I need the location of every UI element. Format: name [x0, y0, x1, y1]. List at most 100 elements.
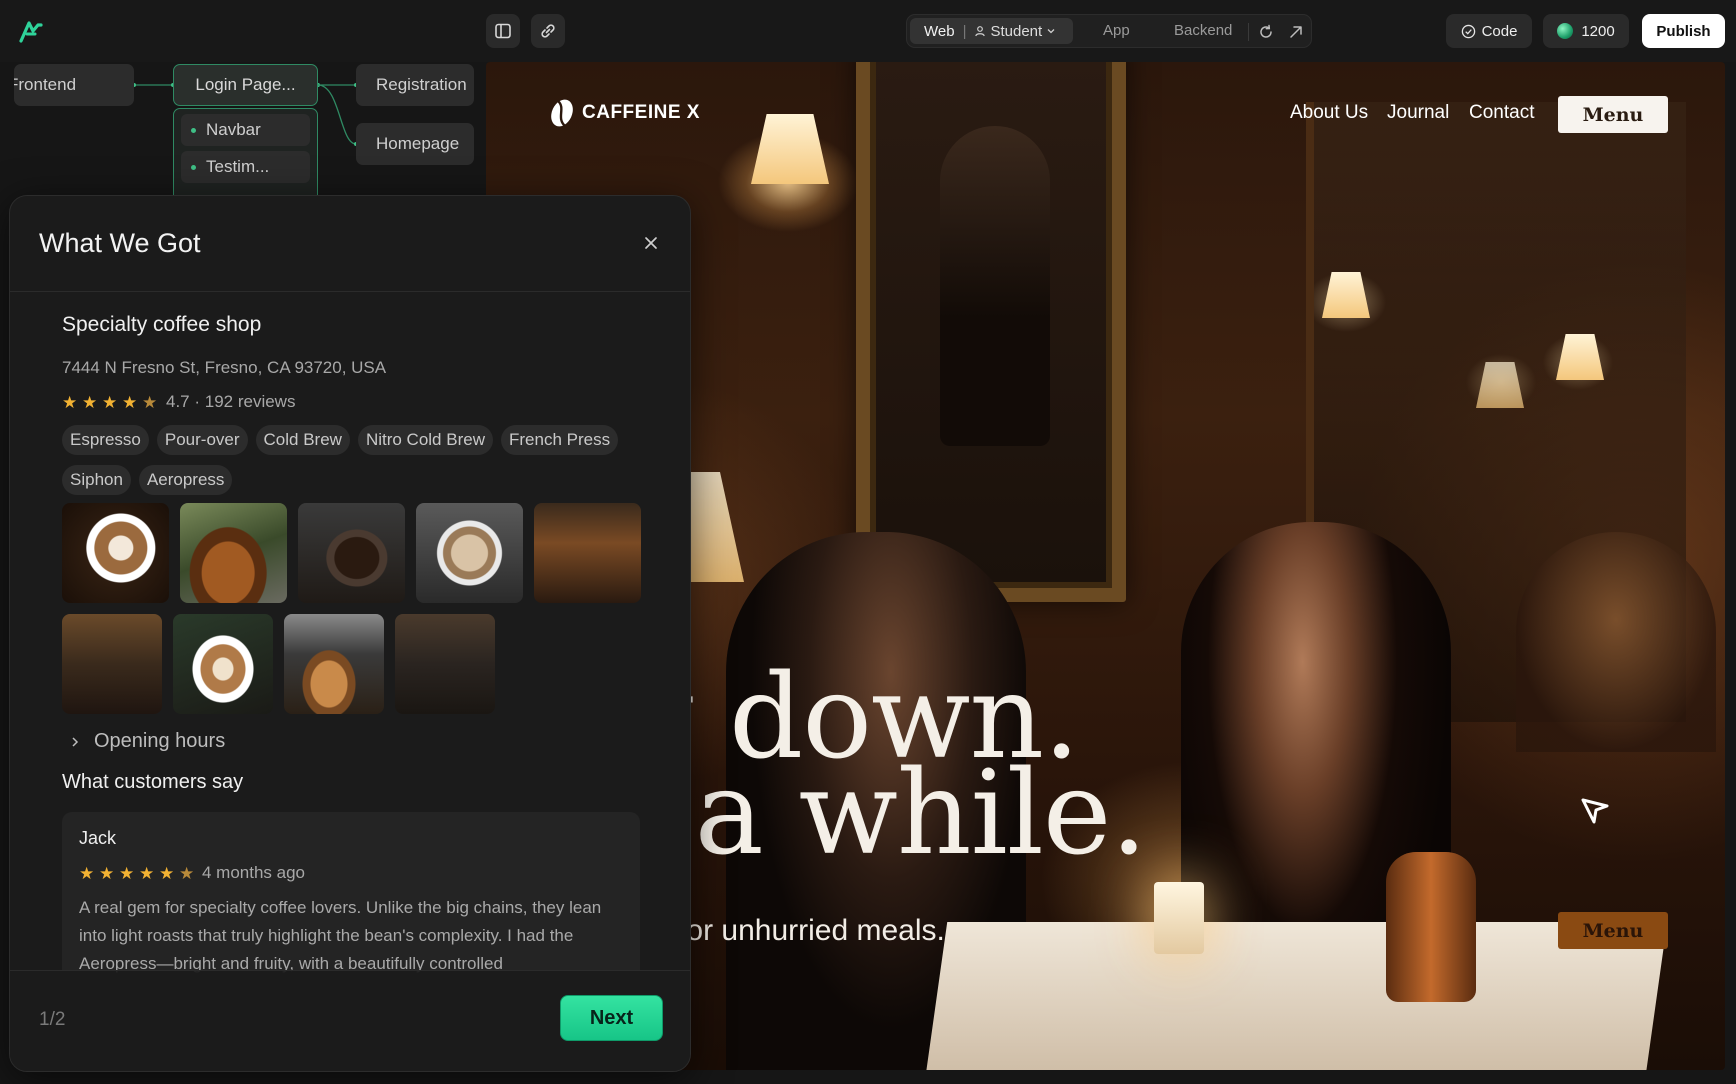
panel-footer: 1/2 Next: [10, 970, 690, 1071]
tab-backend[interactable]: Backend: [1174, 22, 1232, 39]
coffee-bean-icon: [551, 99, 573, 127]
check-circle-icon: [1461, 24, 1475, 38]
site-menu-button[interactable]: Menu: [1558, 96, 1668, 133]
star-icon: ★: [139, 863, 155, 883]
site-brand-name: CAFFEINE X: [582, 102, 700, 123]
star-icon: ★: [119, 863, 135, 883]
what-we-got-panel: What We Got Specialty coffee shop 7444 N…: [9, 195, 691, 1072]
customers-heading: What customers say: [62, 771, 244, 793]
link-tool-button[interactable]: [531, 14, 565, 48]
node-homepage[interactable]: Homepage: [356, 123, 474, 165]
nav-contact[interactable]: Contact: [1469, 102, 1534, 124]
star-icon: ★: [122, 392, 138, 412]
top-bar: Web | Student App Backend Code 1200 Publ…: [0, 0, 1736, 62]
candle: [1154, 882, 1204, 954]
star-icon: ★: [179, 863, 195, 883]
view-switcher: Web | Student App Backend: [906, 14, 1312, 48]
star-half-icon: ★: [142, 392, 158, 412]
node-login-page[interactable]: Login Page...: [173, 64, 318, 106]
gallery-photo-hands-coffee[interactable]: [416, 503, 523, 603]
hero-menu-button[interactable]: Menu: [1558, 912, 1668, 949]
review-meta: ★ ★ ★ ★ ★ ★ 4 months ago: [79, 863, 305, 883]
star-icon: ★: [102, 392, 118, 412]
tag-chip: Pour-over: [156, 425, 248, 455]
tag-chip: Cold Brew: [255, 425, 350, 455]
next-button[interactable]: Next: [560, 995, 663, 1041]
reviewer-name: Jack: [79, 828, 117, 848]
node-child-testimonials[interactable]: Testim...: [181, 151, 310, 183]
tag-chip: Siphon: [62, 465, 131, 495]
node-registration-label: Registration: [376, 75, 467, 94]
tag-chip: Espresso: [62, 425, 149, 455]
copper-coffee-pot: [1386, 852, 1476, 1002]
shop-rating: ★ ★ ★ ★ ★ 4.7 · 192 reviews: [62, 392, 295, 412]
dining-table: [924, 922, 1668, 1070]
node-group-login-children: Navbar Testim...: [173, 108, 318, 202]
node-child-label: Navbar: [206, 120, 261, 139]
link-icon: [541, 24, 555, 38]
review-time: 4 months ago: [202, 863, 306, 882]
tab-separator: |: [962, 22, 967, 40]
divider: [1248, 23, 1249, 41]
student-label: Student: [990, 22, 1043, 40]
portrait-painting: [856, 62, 1126, 602]
publish-button[interactable]: Publish: [1642, 14, 1725, 48]
node-frontend-label: Frontend: [14, 75, 77, 94]
credits-count: 1200: [1581, 22, 1615, 40]
open-external-icon[interactable]: [1287, 23, 1305, 41]
tag-chip: French Press: [500, 425, 619, 455]
chevron-down-icon: [1047, 29, 1055, 34]
star-icon: ★: [99, 863, 115, 883]
node-login-label: Login Page...: [195, 75, 296, 94]
flow-canvas[interactable]: Frontend Login Page... Navbar Testim... …: [0, 62, 486, 202]
gallery-photo-cafe-bar[interactable]: [62, 614, 162, 714]
star-icon: ★: [82, 392, 98, 412]
opening-hours-label: Opening hours: [94, 730, 226, 752]
page-indicator: 1/2: [39, 1009, 66, 1030]
gallery-photo-cafe-interior[interactable]: [534, 503, 641, 603]
tag-chip: Nitro Cold Brew: [357, 425, 493, 455]
tag-chip: Aeropress: [138, 465, 233, 495]
refresh-icon[interactable]: [1257, 23, 1275, 41]
star-icon: ★: [79, 863, 95, 883]
photo-gallery-row-2: [62, 614, 652, 714]
panel-title: What We Got: [39, 228, 201, 258]
node-child-label: Testim...: [206, 157, 270, 176]
tab-web-student[interactable]: Web | Student: [910, 18, 1073, 44]
panel-header: What We Got: [10, 196, 690, 292]
nav-journal[interactable]: Journal: [1387, 102, 1449, 124]
sidebar-toggle-button[interactable]: [486, 14, 520, 48]
tab-app[interactable]: App: [1103, 22, 1130, 39]
credits-button[interactable]: 1200: [1543, 14, 1629, 48]
gallery-photo-espresso-machine[interactable]: [284, 614, 384, 714]
gallery-photo-mug-beans[interactable]: [298, 503, 405, 603]
star-icon: ★: [62, 392, 78, 412]
photo-gallery-row-1: [62, 503, 652, 603]
code-button[interactable]: Code: [1446, 14, 1532, 48]
node-registration[interactable]: Registration: [356, 64, 474, 106]
wall-lamp: [751, 114, 829, 184]
node-frontend[interactable]: Frontend: [14, 64, 134, 106]
gallery-photo-coffee-cup-plant[interactable]: [180, 503, 287, 603]
sidebar-icon: [495, 23, 511, 39]
gallery-photo-cafe-seating[interactable]: [395, 614, 495, 714]
review-text: A real gem for specialty coffee lovers. …: [79, 898, 602, 973]
gallery-photo-cappuccino[interactable]: [173, 614, 273, 714]
background-guest: [1516, 532, 1716, 752]
status-dot: [191, 164, 196, 170]
site-logo[interactable]: CAFFEINE X: [548, 96, 700, 130]
node-child-navbar[interactable]: Navbar: [181, 114, 310, 146]
nav-about-us[interactable]: About Us: [1290, 102, 1368, 124]
builder-logo-icon[interactable]: [18, 19, 44, 43]
chevron-right-icon: [72, 736, 79, 747]
credit-gem-icon: [1557, 23, 1574, 39]
coffee-method-tags: Espresso Pour-over Cold Brew Nitro Cold …: [62, 425, 652, 495]
gallery-photo-latte-art[interactable]: [62, 503, 169, 603]
student-dropdown[interactable]: Student: [974, 23, 1056, 40]
shop-name: Specialty coffee shop: [62, 313, 262, 336]
node-homepage-label: Homepage: [376, 134, 460, 153]
opening-hours-toggle[interactable]: Opening hours: [70, 730, 225, 753]
tab-web-label: Web: [924, 22, 955, 40]
close-icon[interactable]: [641, 233, 661, 253]
user-icon: [975, 26, 986, 37]
